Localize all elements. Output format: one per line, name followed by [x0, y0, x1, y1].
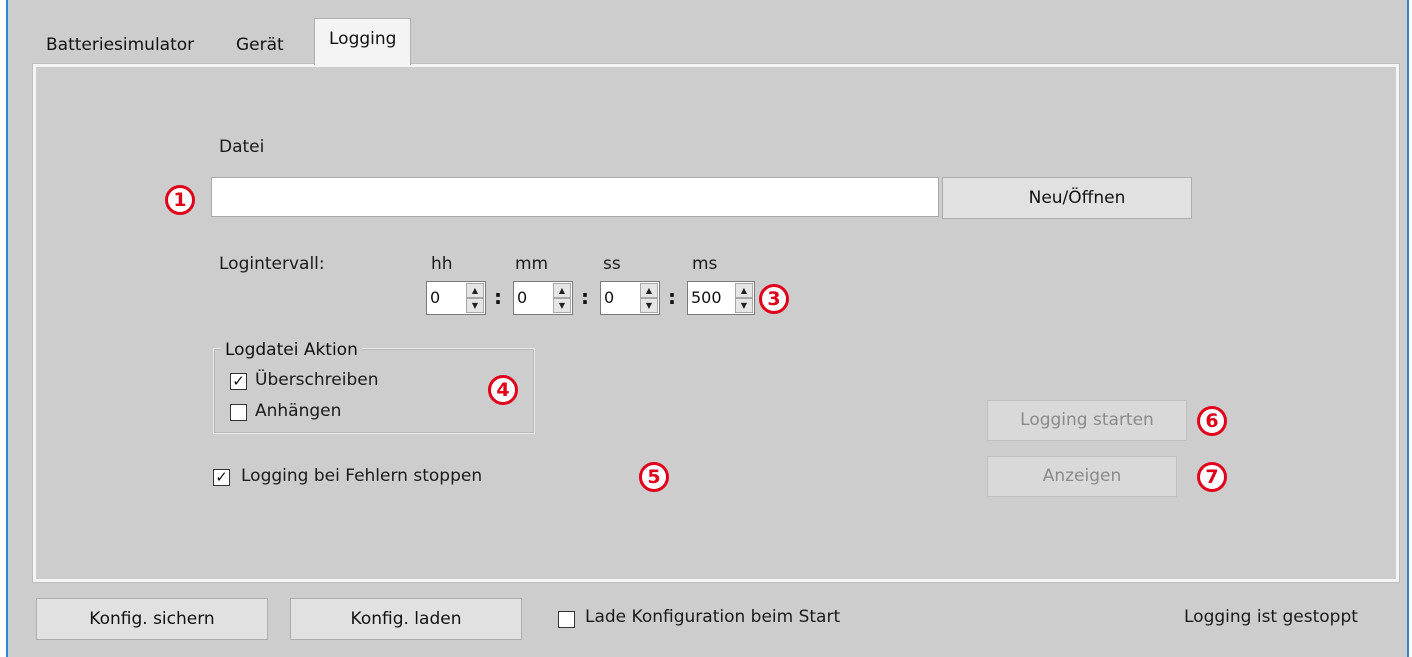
logfile-action-group	[213, 348, 535, 434]
new-open-button-label: Neu/Öffnen	[1028, 188, 1126, 208]
marker-3: 3	[759, 284, 789, 314]
autoload-label: Lade Konfiguration beim Start	[585, 607, 841, 627]
append-checkbox[interactable]	[230, 404, 247, 421]
tab-logging[interactable]: Logging	[314, 18, 412, 65]
minutes-value: 0	[517, 288, 528, 307]
start-logging-button[interactable]: Logging starten	[987, 400, 1187, 441]
tab-geraet[interactable]: Gerät	[236, 26, 284, 64]
load-config-button[interactable]: Konfig. laden	[290, 598, 522, 640]
seconds-spinner[interactable]: 0 ▲ ▼	[600, 281, 660, 315]
save-config-button[interactable]: Konfig. sichern	[36, 598, 268, 640]
autoload-checkbox[interactable]	[558, 611, 575, 628]
hours-value: 0	[430, 288, 441, 307]
spin-down-icon[interactable]: ▼	[553, 298, 571, 313]
marker-5: 5	[639, 462, 669, 492]
milliseconds-spinner[interactable]: 500 ▲ ▼	[687, 281, 755, 315]
overwrite-label: Überschreiben	[255, 370, 379, 390]
separator-colon: :	[668, 285, 676, 309]
stop-on-error-checkbox[interactable]: ✓	[213, 469, 230, 486]
unit-ss: ss	[603, 254, 621, 274]
unit-mm: mm	[515, 254, 549, 274]
interval-label: Logintervall:	[219, 254, 325, 274]
milliseconds-value: 500	[691, 288, 722, 307]
marker-1: 1	[165, 185, 195, 215]
marker-6: 6	[1197, 406, 1227, 436]
logfile-action-title: Logdatei Aktion	[221, 340, 362, 360]
overwrite-checkbox[interactable]: ✓	[230, 373, 247, 390]
file-path-input[interactable]	[211, 177, 939, 217]
marker-7: 7	[1197, 462, 1227, 492]
unit-hh: hh	[431, 254, 453, 274]
file-label: Datei	[219, 137, 265, 157]
append-label: Anhängen	[255, 401, 342, 421]
status-text: Logging ist gestoppt	[1184, 607, 1358, 627]
spin-up-icon[interactable]: ▲	[640, 283, 658, 298]
tab-batteriesimulator[interactable]: Batteriesimulator	[46, 26, 194, 64]
logging-panel: Datei 1 2 Neu/Öffnen Logintervall: hh mm…	[32, 63, 1400, 583]
show-button[interactable]: Anzeigen	[987, 456, 1177, 497]
stop-on-error-label: Logging bei Fehlern stoppen	[241, 466, 483, 486]
check-mark-icon: ✓	[215, 468, 228, 486]
unit-ms: ms	[692, 254, 718, 274]
marker-4: 4	[488, 375, 518, 405]
check-mark-icon: ✓	[232, 372, 245, 390]
separator-colon: :	[581, 285, 589, 309]
separator-colon: :	[494, 285, 502, 309]
hours-spinner[interactable]: 0 ▲ ▼	[426, 281, 486, 315]
spin-up-icon[interactable]: ▲	[553, 283, 571, 298]
spin-down-icon[interactable]: ▼	[466, 298, 484, 313]
spin-up-icon[interactable]: ▲	[735, 283, 753, 298]
window: Batteriesimulator Gerät Logging Datei 1 …	[6, 0, 1409, 657]
spin-down-icon[interactable]: ▼	[735, 298, 753, 313]
minutes-spinner[interactable]: 0 ▲ ▼	[513, 281, 573, 315]
new-open-button[interactable]: Neu/Öffnen	[942, 177, 1192, 219]
spin-up-icon[interactable]: ▲	[466, 283, 484, 298]
spin-down-icon[interactable]: ▼	[640, 298, 658, 313]
seconds-value: 0	[604, 288, 615, 307]
